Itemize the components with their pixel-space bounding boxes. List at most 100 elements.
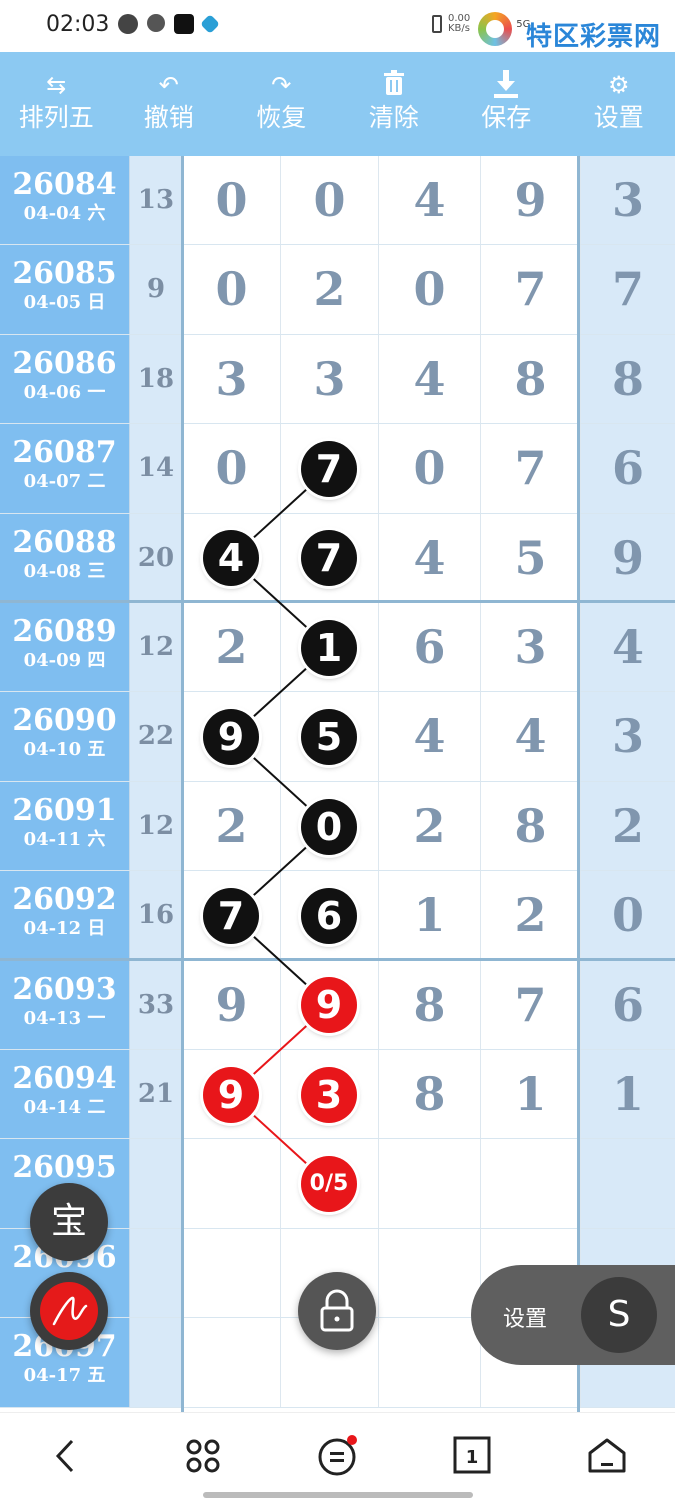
marked-digit-ball[interactable]: 7 xyxy=(301,440,357,497)
settings-button[interactable]: ⚙ 设置 xyxy=(565,52,673,156)
issue-cell[interactable]: 26093 04-13 一 xyxy=(0,960,129,1049)
digit-cell[interactable]: 7 xyxy=(480,960,580,1049)
digit-cell[interactable]: 3 xyxy=(182,334,280,424)
digit-cell[interactable]: 1 xyxy=(580,1050,675,1139)
telegram-icon xyxy=(200,14,220,34)
back-button[interactable] xyxy=(44,1433,90,1479)
digit-cell[interactable]: 0 xyxy=(182,156,280,245)
digit-cell[interactable]: 9 xyxy=(182,960,280,1049)
treasure-button[interactable]: 宝 xyxy=(30,1183,108,1261)
s-tool-button[interactable]: S xyxy=(581,1277,657,1353)
tabs-button[interactable]: 1 xyxy=(450,1433,496,1479)
issue-cell[interactable]: 26091 04-11 六 xyxy=(0,781,129,871)
digit-cell[interactable]: 0 xyxy=(280,156,378,245)
issue-cell[interactable]: 26092 04-12 日 xyxy=(0,871,129,958)
digit-cell[interactable]: 3 xyxy=(280,334,378,424)
digit-cell[interactable]: 3 xyxy=(580,156,675,245)
digit-cell[interactable]: 9 xyxy=(580,513,675,600)
marked-digit-ball[interactable]: 7 xyxy=(203,887,259,944)
issue-cell[interactable]: 26094 04-14 二 xyxy=(0,1050,129,1139)
marked-digit-ball[interactable]: 5 xyxy=(301,709,357,766)
digit-cell[interactable]: 3 xyxy=(580,692,675,781)
marked-digit-ball[interactable]: 9 xyxy=(203,709,259,766)
digit-cell[interactable] xyxy=(480,1139,580,1228)
digit-cell[interactable]: 9 xyxy=(480,156,580,245)
digit-cell[interactable]: 6 xyxy=(580,960,675,1049)
digit-cell[interactable]: 4 xyxy=(480,692,580,781)
digit-cell[interactable]: 0 xyxy=(378,245,480,334)
marked-digit-ball[interactable]: 0 xyxy=(301,798,357,855)
digit-cell[interactable]: 2 xyxy=(480,871,580,958)
issue-cell[interactable]: 26090 04-10 五 xyxy=(0,692,129,781)
issue-cell[interactable]: 26089 04-09 四 xyxy=(0,603,129,692)
trash-icon xyxy=(340,70,448,100)
digit-cell[interactable]: 2 xyxy=(182,781,280,871)
floating-settings-label[interactable]: 设置 xyxy=(503,1301,547,1333)
table-row[interactable]: 26084 04-04 六 13 0 0 4 9 3 xyxy=(0,156,675,246)
clear-button[interactable]: 清除 xyxy=(340,52,448,156)
floating-settings-panel[interactable]: 设置 S xyxy=(471,1265,675,1365)
redo-button[interactable]: ↷ 恢复 xyxy=(227,52,335,156)
digit-cell[interactable]: 4 xyxy=(378,156,480,245)
command-button[interactable] xyxy=(180,1433,226,1479)
menu-button[interactable] xyxy=(314,1433,360,1479)
digit-cell[interactable]: 7 xyxy=(580,245,675,334)
digit-cell[interactable]: 0 xyxy=(378,424,480,513)
digit-cell[interactable]: 0 xyxy=(182,245,280,334)
digit-cell[interactable]: 7 xyxy=(480,245,580,334)
issue-cell[interactable]: 26084 04-04 六 xyxy=(0,156,129,245)
digit-cell[interactable]: 4 xyxy=(378,334,480,424)
issue-number: 26084 xyxy=(12,167,117,202)
marked-digit-ball[interactable]: 0/5 xyxy=(301,1156,357,1213)
digit-cell[interactable]: 8 xyxy=(378,1050,480,1139)
digit-cell[interactable]: 4 xyxy=(580,603,675,692)
digit-cell[interactable]: 0 xyxy=(182,424,280,513)
lottery-select-button[interactable]: ⇆ 排列五 xyxy=(2,52,110,156)
digit-cell[interactable] xyxy=(182,1139,280,1228)
marked-digit-ball[interactable]: 7 xyxy=(301,530,357,587)
table-row[interactable]: 26085 04-05 日902077 xyxy=(0,245,675,335)
digit-cell[interactable]: 5 xyxy=(480,513,580,600)
marked-digit-ball[interactable]: 9 xyxy=(203,1066,259,1123)
digit-cell[interactable]: 7 xyxy=(480,424,580,513)
digit-cell[interactable]: 6 xyxy=(580,424,675,513)
marked-digit-ball[interactable]: 3 xyxy=(301,1066,357,1123)
digit-cell[interactable]: 8 xyxy=(580,334,675,424)
marked-digit-ball[interactable]: 1 xyxy=(301,619,357,676)
digit-cell[interactable] xyxy=(378,1139,480,1228)
digit-cell[interactable]: 4 xyxy=(378,513,480,600)
digit-cell[interactable]: 8 xyxy=(378,960,480,1049)
digit-cell[interactable] xyxy=(182,1318,280,1407)
marked-digit-ball[interactable]: 6 xyxy=(301,887,357,944)
digit-cell[interactable]: 1 xyxy=(378,871,480,958)
issue-cell[interactable]: 26088 04-08 三 xyxy=(0,513,129,600)
pen-tool-button[interactable] xyxy=(30,1272,108,1350)
digit-cell[interactable]: 4 xyxy=(378,692,480,781)
marked-digit-ball[interactable]: 4 xyxy=(203,530,259,587)
sum-cell: 12 xyxy=(129,781,182,871)
issue-cell[interactable]: 26085 04-05 日 xyxy=(0,245,129,334)
digit-cell[interactable] xyxy=(182,1228,280,1318)
table-row[interactable]: 26086 04-06 一 18 3 3 4 8 8 xyxy=(0,334,675,425)
issue-cell[interactable]: 26086 04-06 一 xyxy=(0,334,129,424)
home-button[interactable] xyxy=(584,1433,630,1479)
digit-cell[interactable]: 6 xyxy=(378,603,480,692)
digit-cell[interactable]: 2 xyxy=(580,781,675,871)
digit-cell[interactable] xyxy=(378,1318,480,1407)
lock-button[interactable] xyxy=(298,1272,376,1350)
digit-cell[interactable]: 2 xyxy=(182,603,280,692)
digit-cell[interactable]: 0 xyxy=(580,871,675,958)
home-indicator[interactable] xyxy=(203,1492,473,1498)
digit-cell[interactable]: 1 xyxy=(480,1050,580,1139)
digit-cell[interactable] xyxy=(378,1228,480,1318)
undo-button[interactable]: ↶ 撤销 xyxy=(115,52,223,156)
digit-cell[interactable]: 8 xyxy=(480,334,580,424)
digit-cell[interactable]: 3 xyxy=(480,603,580,692)
save-button[interactable]: 保存 xyxy=(452,52,560,156)
digit-cell[interactable]: 8 xyxy=(480,781,580,871)
digit-cell[interactable]: 2 xyxy=(280,245,378,334)
digit-cell[interactable] xyxy=(580,1139,675,1228)
digit-cell[interactable]: 2 xyxy=(378,781,480,871)
marked-digit-ball[interactable]: 9 xyxy=(301,977,357,1034)
issue-cell[interactable]: 26087 04-07 二 xyxy=(0,424,129,513)
